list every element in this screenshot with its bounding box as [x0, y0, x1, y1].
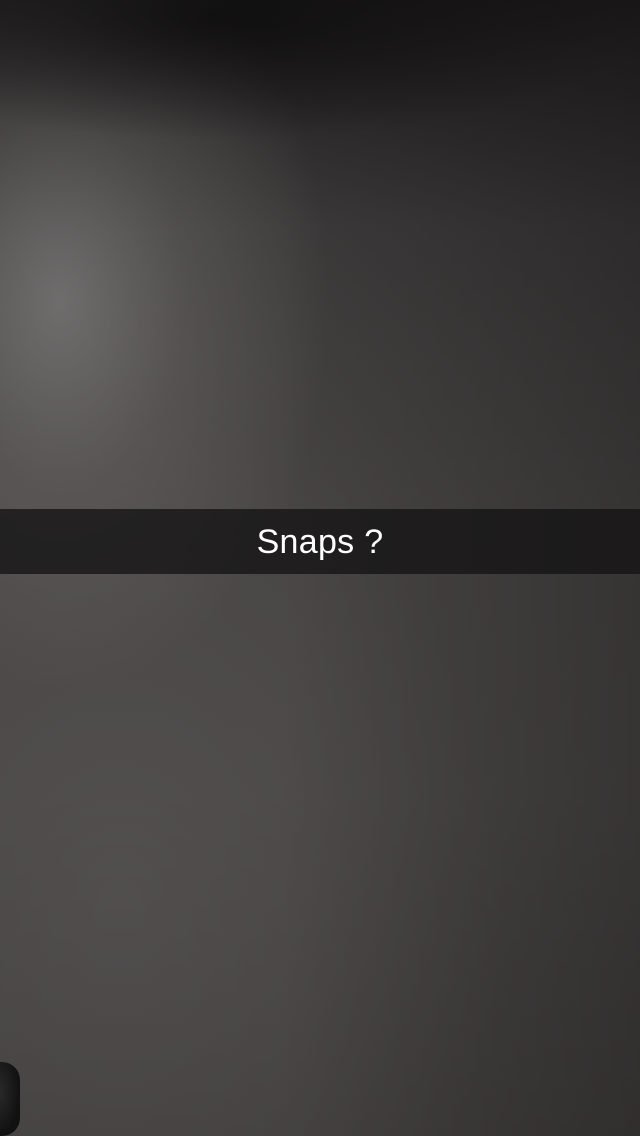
snap-photo-background[interactable]: Snaps ? — [0, 0, 640, 1136]
finger-blur — [0, 1062, 20, 1136]
caption-bar[interactable]: Snaps ? — [0, 509, 640, 574]
caption-text: Snaps ? — [256, 522, 384, 561]
